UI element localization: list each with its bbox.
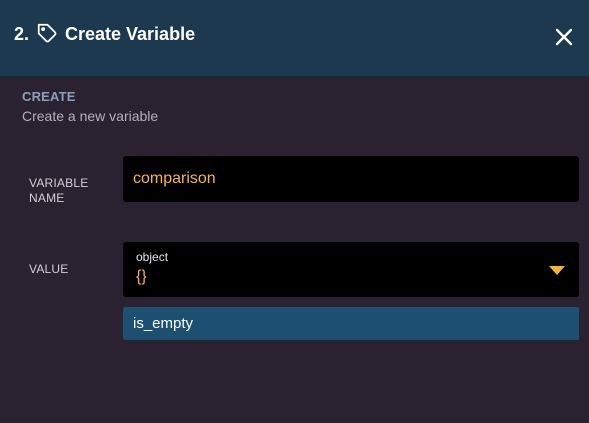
step-number: 2. bbox=[14, 24, 30, 44]
value-label: VALUE bbox=[29, 262, 69, 276]
page-title: Create Variable bbox=[65, 24, 196, 44]
close-icon[interactable] bbox=[552, 25, 576, 49]
value-type-select[interactable]: object {} bbox=[123, 242, 579, 297]
tag-icon bbox=[37, 23, 58, 44]
value-text: {} bbox=[136, 268, 147, 285]
create-variable-panel: 2. Create Variable CREATE Create a new v… bbox=[0, 0, 589, 423]
value-type-label: object bbox=[136, 250, 169, 264]
section-heading: CREATE bbox=[22, 89, 76, 104]
section-description: Create a new variable bbox=[22, 108, 159, 124]
dropdown-option-is-empty[interactable]: is_empty bbox=[123, 307, 579, 340]
panel-header: 2. Create Variable bbox=[0, 0, 589, 77]
variable-name-input[interactable] bbox=[123, 156, 579, 202]
variable-name-label: VARIABLE NAME bbox=[29, 176, 89, 205]
chevron-down-icon[interactable] bbox=[549, 266, 565, 275]
